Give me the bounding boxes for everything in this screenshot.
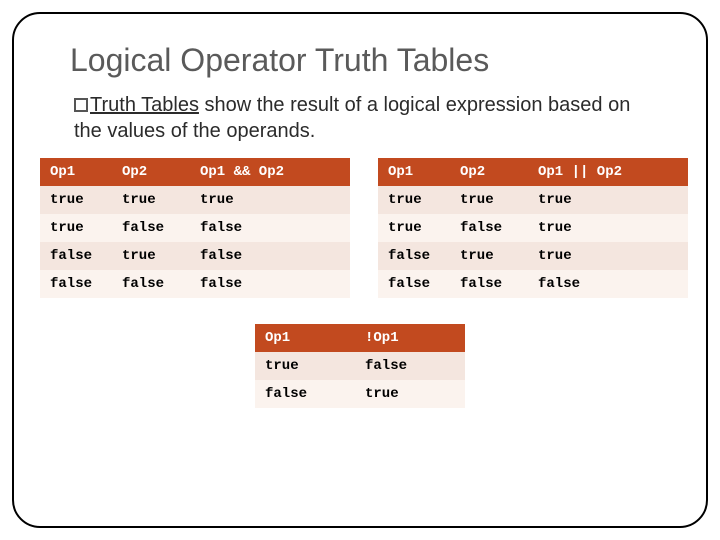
table-row: false false false — [40, 270, 350, 298]
or-header-op2: Op2 — [450, 158, 528, 186]
table-row: true false — [255, 352, 465, 380]
slide-body: Truth Tables show the result of a logica… — [14, 91, 706, 158]
and-header-result: Op1 && Op2 — [190, 158, 350, 186]
table-row: false true — [255, 380, 465, 408]
tables-row: Op1 Op2 Op1 && Op2 true true true true f… — [14, 158, 706, 298]
table-row: false true true — [378, 242, 688, 270]
and-header-op2: Op2 — [112, 158, 190, 186]
or-header-op1: Op1 — [378, 158, 450, 186]
or-table: Op1 Op2 Op1 || Op2 true true true true f… — [378, 158, 688, 298]
table-row: false true false — [40, 242, 350, 270]
not-header-op1: Op1 — [255, 324, 355, 352]
slide-frame: Logical Operator Truth Tables Truth Tabl… — [12, 12, 708, 528]
truth-tables-term: Truth Tables — [90, 94, 199, 116]
and-header-op1: Op1 — [40, 158, 112, 186]
table-row: true false false — [40, 214, 350, 242]
table-row: true true true — [40, 186, 350, 214]
not-table: Op1 !Op1 true false false true — [255, 324, 465, 408]
bullet-icon — [74, 98, 88, 112]
and-table: Op1 Op2 Op1 && Op2 true true true true f… — [40, 158, 350, 298]
not-table-row: Op1 !Op1 true false false true — [14, 298, 706, 408]
table-row: true true true — [378, 186, 688, 214]
not-header-result: !Op1 — [355, 324, 465, 352]
table-row: false false false — [378, 270, 688, 298]
table-row: true false true — [378, 214, 688, 242]
or-header-result: Op1 || Op2 — [528, 158, 688, 186]
slide-title: Logical Operator Truth Tables — [14, 42, 706, 91]
